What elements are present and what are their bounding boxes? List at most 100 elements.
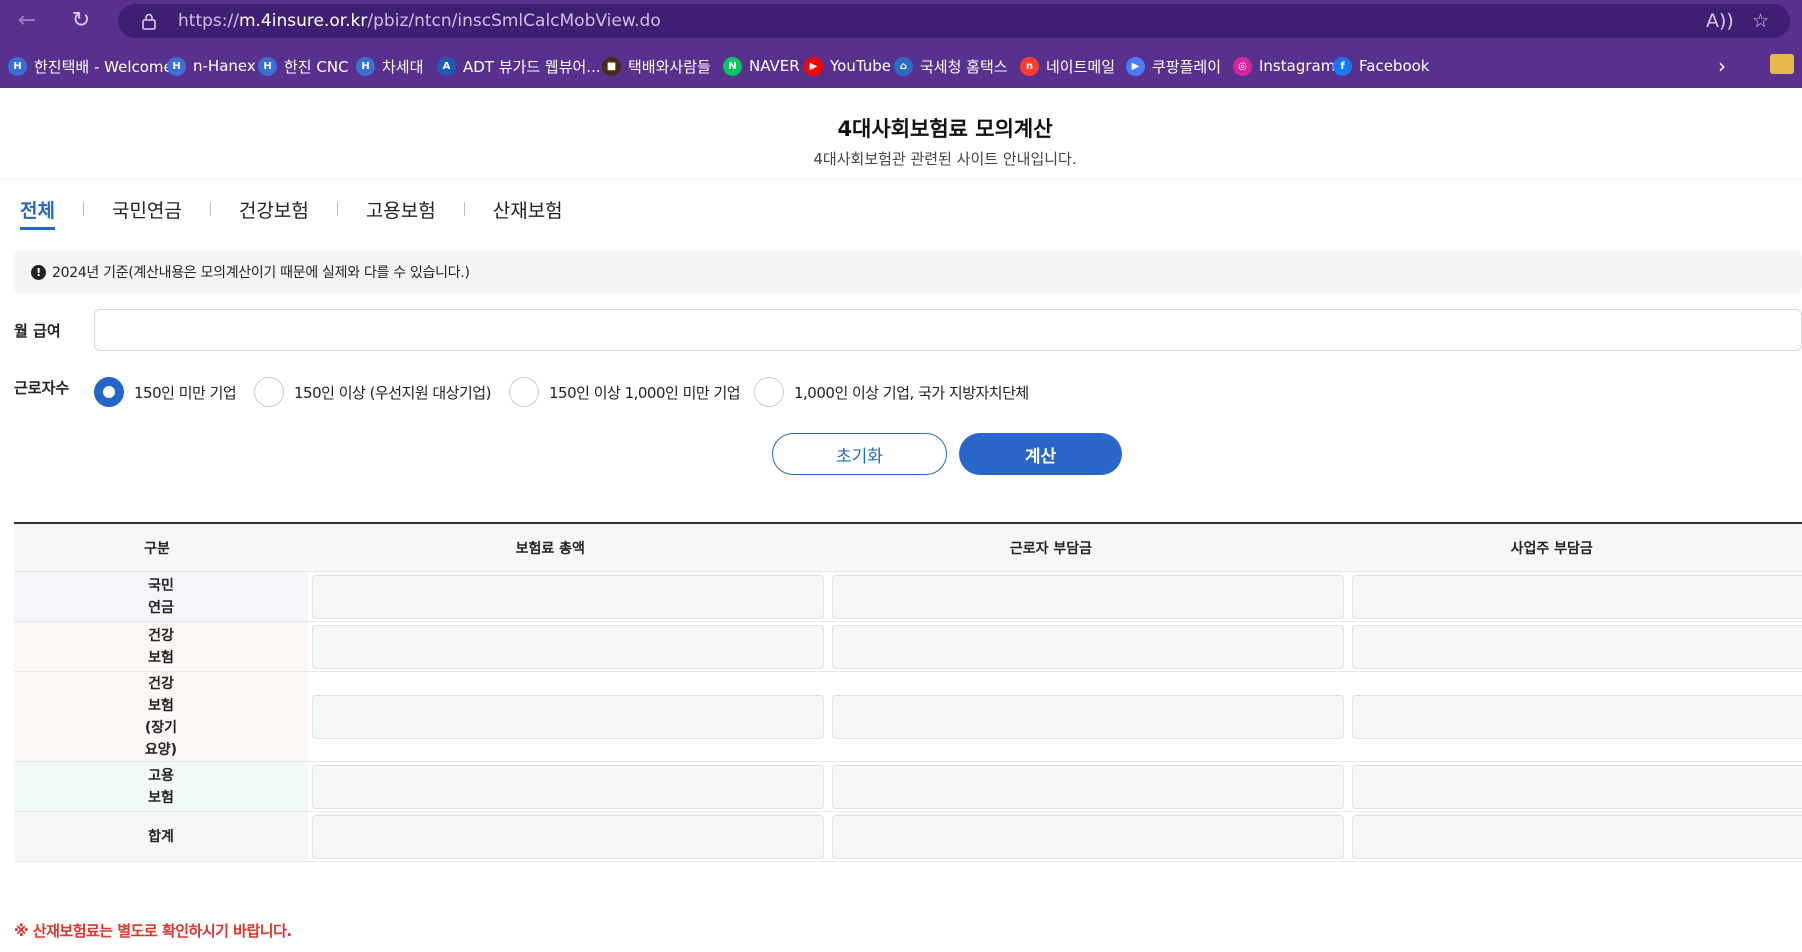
- reset-button[interactable]: 초기화: [772, 433, 947, 475]
- table-row: 건강 보험: [14, 622, 1802, 672]
- row-label: 건강 보험: [14, 622, 308, 671]
- naver-icon: N: [723, 56, 742, 76]
- radio-button-checked[interactable]: [94, 377, 124, 407]
- result-field-employer: [1352, 814, 1802, 859]
- bookmark-item[interactable]: Hn-Hanex: [167, 55, 256, 77]
- result-field-employer: [1352, 574, 1802, 619]
- row-label: 합계: [14, 812, 308, 861]
- adt-icon: A: [437, 56, 456, 76]
- bookmark-label: 쿠팡플레이: [1152, 57, 1222, 76]
- radio-label: 150인 이상 1,000인 미만 기업: [549, 383, 741, 402]
- tab-industrial-accident[interactable]: 산재보험: [487, 196, 569, 230]
- result-field-employee: [832, 694, 1344, 739]
- result-field-employee: [832, 764, 1344, 809]
- row-label: 고용 보험: [14, 762, 308, 811]
- radio-150-to-1000[interactable]: 150인 이상 1,000인 미만 기업: [509, 376, 741, 408]
- bookmark-label: n-Hanex: [193, 57, 256, 75]
- radio-button[interactable]: [754, 377, 784, 407]
- radio-over-1000-public[interactable]: 1,000인 이상 기업, 국가 지방자치단체: [754, 376, 1029, 408]
- result-field-total: [312, 694, 824, 739]
- lock-icon: [142, 13, 156, 30]
- result-field-total: [312, 574, 824, 619]
- folder-icon[interactable]: [1770, 54, 1794, 74]
- row-cells: [308, 572, 1802, 621]
- bookmark-item[interactable]: H 차세대: [356, 55, 423, 77]
- table-header: 구분 보험료 총액 근로자 부담금 사업주 부담금: [14, 524, 1802, 572]
- result-field-employee: [832, 574, 1344, 619]
- star-icon[interactable]: ☆: [1752, 10, 1769, 32]
- result-table: 구분 보험료 총액 근로자 부담금 사업주 부담금 국민 연금 건강 보험 건강 보…: [14, 522, 1802, 862]
- radio-label: 150인 이상 (우선지원 대상기업): [294, 383, 491, 402]
- bookmark-item[interactable]: f Facebook: [1333, 55, 1429, 77]
- bookmark-label: 택배와사람들: [628, 57, 711, 76]
- radio-label: 150인 미만 기업: [134, 383, 237, 402]
- result-field-employee: [832, 814, 1344, 859]
- divider: [0, 179, 1802, 180]
- tab-separator: [336, 202, 338, 216]
- calculate-button[interactable]: 계산: [959, 433, 1122, 475]
- bookmark-label: Instagram: [1259, 57, 1336, 75]
- tab-national-pension[interactable]: 국민연금: [106, 196, 188, 230]
- row-cells: [308, 762, 1802, 811]
- bookmark-item[interactable]: H 한진택배 - Welcome: [8, 55, 173, 77]
- column-header-employer: 사업주 부담금: [1510, 540, 1593, 557]
- bookmark-item[interactable]: N NAVER: [723, 55, 800, 77]
- reload-icon[interactable]: ↻: [66, 6, 96, 36]
- radio-label: 1,000인 이상 기업, 국가 지방자치단체: [794, 383, 1029, 402]
- table-row: 고용 보험: [14, 762, 1802, 812]
- notice-text: 2024년 기준(계산내용은 모의계산이기 때문에 실제와 다를 수 있습니다.…: [52, 265, 470, 281]
- bookmark-item[interactable]: ■ 택배와사람들: [602, 55, 711, 77]
- table-row: 건강 보험 (장기 요양): [14, 672, 1802, 762]
- bookmark-item[interactable]: n 네이트메일: [1020, 55, 1115, 77]
- instagram-icon: ◎: [1233, 56, 1252, 76]
- hanjin-icon: H: [167, 56, 186, 76]
- salary-input[interactable]: [94, 309, 1802, 351]
- bookmark-label: 네이트메일: [1046, 57, 1116, 76]
- radio-button[interactable]: [509, 377, 539, 407]
- hanjin-icon: H: [8, 56, 27, 76]
- chevron-right-icon[interactable]: ›: [1718, 54, 1726, 78]
- bookmark-item[interactable]: ▶ 쿠팡플레이: [1126, 55, 1221, 77]
- facebook-icon: f: [1333, 56, 1352, 76]
- address-row: ← ↻ https://m.4insure.or.kr/pbiz/ntcn/in…: [0, 0, 1802, 42]
- radio-under-150[interactable]: 150인 미만 기업: [94, 376, 237, 408]
- row-cells: [308, 672, 1802, 761]
- browser-chrome: ← ↻ https://m.4insure.or.kr/pbiz/ntcn/in…: [0, 0, 1802, 88]
- notice-box: ! 2024년 기준(계산내용은 모의계산이기 때문에 실제와 다를 수 있습니…: [14, 251, 1802, 293]
- tab-employment-insurance[interactable]: 고용보험: [360, 196, 442, 230]
- radio-button[interactable]: [254, 377, 284, 407]
- address-bar[interactable]: https://m.4insure.or.kr/pbiz/ntcn/inscSm…: [118, 4, 1790, 38]
- radio-150-priority[interactable]: 150인 이상 (우선지원 대상기업): [254, 376, 491, 408]
- result-field-employer: [1352, 694, 1802, 739]
- tab-all[interactable]: 전체: [14, 196, 61, 230]
- result-field-total: [312, 814, 824, 859]
- bottom-note: ※ 산재보험료는 별도로 확인하시기 바랍니다.: [14, 922, 292, 940]
- hanjin-icon: H: [258, 56, 277, 76]
- tab-separator: [82, 202, 84, 216]
- bookmark-label: 한진택배 - Welcome: [34, 57, 173, 76]
- info-icon: !: [31, 264, 46, 280]
- tab-separator: [209, 202, 211, 216]
- bookmark-item[interactable]: A ADT 뷰가드 웹뷰어...: [437, 55, 601, 77]
- bookmarks-bar: H 한진택배 - Welcome Hn-Hanex H 한진 CNC H 차세대 A ADT 뷰…: [0, 46, 1802, 86]
- youtube-icon: ▶: [804, 56, 823, 76]
- tab-health-insurance[interactable]: 건강보험: [233, 196, 315, 230]
- column-header-total: 보험료 총액: [515, 540, 585, 557]
- bookmark-label: Facebook: [1359, 57, 1430, 75]
- table-row: 국민 연금: [14, 572, 1802, 622]
- back-arrow-icon[interactable]: ←: [12, 6, 42, 36]
- bookmark-item[interactable]: ▶ YouTube: [804, 55, 891, 77]
- bookmark-item[interactable]: ◎ Instagram: [1233, 55, 1335, 77]
- tab-bar: 전체 국민연금 건강보험 고용보험 산재보험: [14, 196, 569, 232]
- read-aloud-icon[interactable]: A)): [1706, 10, 1734, 32]
- box-icon: ■: [602, 56, 621, 76]
- url-text[interactable]: https://m.4insure.or.kr/pbiz/ntcn/inscSm…: [178, 11, 661, 31]
- workers-label: 근로자수: [14, 379, 70, 397]
- bookmark-item[interactable]: H 한진 CNC: [258, 55, 349, 77]
- column-header-category: 구분: [144, 540, 170, 557]
- bookmark-item[interactable]: ⌂ 국세청 홈택스: [894, 55, 1008, 77]
- row-cells: [308, 622, 1802, 671]
- row-cells: [308, 812, 1802, 861]
- column-header-employee: 근로자 부담금: [1009, 540, 1093, 557]
- page-content: 4대사회보험료 모의계산 4대사회보험관 관련된 사이트 안내입니다. 전체 국…: [0, 88, 1802, 952]
